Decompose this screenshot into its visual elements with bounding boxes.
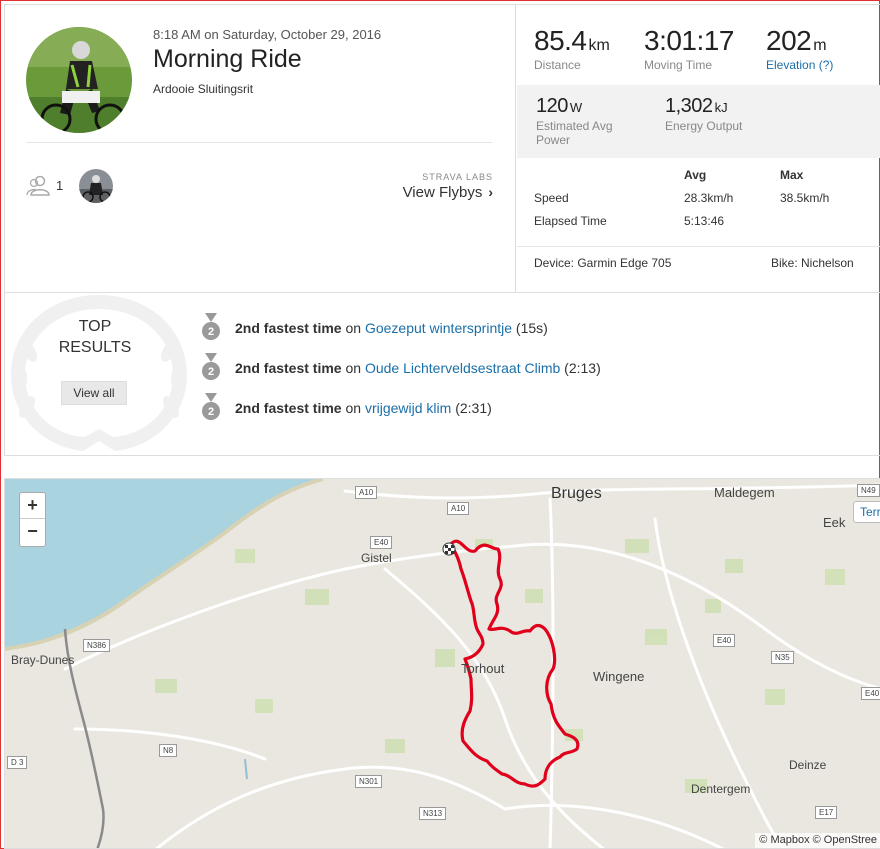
stat-energy: 1,302 kJ Energy Output [665,95,742,133]
map-label-gistel: Gistel [361,551,392,565]
road-shield: N8 [159,744,178,757]
zoom-in-button[interactable]: + [20,493,45,519]
energy-label: Energy Output [665,119,743,133]
stat-moving-time: 3:01:17 Moving Time [644,25,734,72]
table-row: Speed 28.3km/h 38.5km/h [534,191,874,214]
map-label-wingene: Wingene [593,669,645,684]
flybys-section: STRAVA LABS View Flybys › [403,172,493,201]
segment-link-oude-lichterveldsestraat[interactable]: Oude Lichterveldsestraat Climb [365,360,560,376]
result-rank: 2nd fastest time [235,320,342,336]
activity-datetime: 8:18 AM on Saturday, October 29, 2016 [153,27,382,42]
svg-text:2: 2 [208,366,214,378]
terrain-toggle-button[interactable]: Terr [853,501,880,523]
segment-link-vrijgewijd-klim[interactable]: vrijgewijd klim [365,400,451,416]
activity-header: 8:18 AM on Saturday, October 29, 2016 Mo… [5,5,515,292]
road-shield: A10 [447,502,470,515]
distance-label: Distance [534,58,581,72]
speed-label: Speed [534,191,569,205]
energy-value: 1,302 [665,95,713,117]
power-label-line2: Power [536,133,571,147]
activity-summary-card: 8:18 AM on Saturday, October 29, 2016 Mo… [4,4,880,293]
road-shield: E40 [861,687,880,700]
sea-area [5,479,323,649]
result-rank: 2nd fastest time [235,400,342,416]
moving-time-label: Moving Time [644,58,713,72]
elevation-value: 202 [766,25,812,56]
road-shield: N49 [857,484,880,497]
stats-table: Avg Max Speed 28.3km/h 38.5km/h Elapsed … [534,168,874,237]
distance-unit: km [588,37,610,54]
silver-medal-icon: 2 [202,353,220,380]
route-map[interactable]: Bruges Maldegem Eek Gistel Bray-Dunes To… [4,478,880,849]
athletes-count: 1 [56,178,64,193]
result-time: (15s) [515,320,548,336]
map-label-dentergem: Dentergem [691,782,751,796]
stat-distance: 85.4 km Distance [534,25,610,72]
group-athlete-avatar[interactable] [79,169,113,203]
device-info: Device: Garmin Edge 705 [534,256,672,270]
elapsed-time-avg: 5:13:46 [684,214,725,228]
activity-stats: 85.4 km Distance 3:01:17 Moving Time 202 m… [515,5,880,292]
map-label-eek: Eek [823,515,846,530]
zoom-out-button[interactable]: − [20,519,45,545]
result-time: (2:13) [564,360,601,376]
max-header: Max [780,168,804,182]
power-unit: W [569,100,583,115]
finish-flag-icon [442,542,456,556]
road-shield: A10 [355,486,378,499]
athletes-icon[interactable] [26,175,50,197]
silver-medal-icon: 2 [202,313,220,340]
road-shield: E40 [370,536,393,549]
moving-time-value: 3:01:17 [644,25,734,56]
road-shield: E40 [713,634,736,647]
speed-max: 38.5km/h [780,191,830,205]
activity-title: Morning Ride [153,45,302,73]
result-rank: 2nd fastest time [235,360,342,376]
energy-unit: kJ [714,100,728,115]
map-label-torhout: Torhout [461,661,505,676]
map-label-maldegem: Maldegem [714,485,775,500]
bike-info: Bike: Nichelson [771,256,854,270]
power-stats-panel: 120 W Estimated Avg Power 1,302 kJ Energy … [517,85,880,158]
stat-elevation: 202 m Elevation (?) [766,25,833,72]
segment-link-goezeput[interactable]: Goezeput wintersprintje [365,320,512,336]
map-label-bray-dunes: Bray-Dunes [11,653,75,667]
distance-value: 85.4 [534,25,587,56]
road-shield: D 3 [7,756,28,769]
map-label-bruges: Bruges [551,485,602,502]
top-results-card: TOP RESULTS View all 2 2nd fastest time … [4,292,880,456]
table-row: Elapsed Time 5:13:46 [534,214,874,237]
map-label-deinze: Deinze [789,758,827,772]
road-shield: N35 [771,651,794,664]
activity-description: Ardooie Sluitingsrit [153,82,254,96]
elevation-help-link[interactable]: Elevation (?) [766,58,833,72]
view-flybys-label: View Flybys [402,184,483,201]
road-shield: N386 [83,639,111,652]
silver-medal-icon: 2 [202,393,220,420]
road-shield: N313 [419,807,447,820]
speed-avg: 28.3km/h [684,191,734,205]
device-divider [517,246,880,247]
power-value: 120 [536,95,568,117]
road-shield: N301 [355,775,383,788]
chevron-right-icon: › [488,184,493,200]
stat-power: 120 W Estimated Avg Power [536,95,613,147]
map-attribution: © Mapbox © OpenStree [755,833,880,848]
elevation-unit: m [813,37,827,54]
road-shield: E17 [815,806,838,819]
view-all-button[interactable]: View all [61,381,127,405]
top-results-heading: TOP RESULTS [58,318,132,356]
avg-header: Avg [684,168,707,182]
stats-table-header: Avg Max [534,168,874,191]
svg-text:2: 2 [208,326,214,338]
svg-text:2: 2 [208,406,214,418]
zoom-control: + − [19,492,46,547]
athlete-avatar[interactable] [26,27,132,133]
result-time: (2:31) [455,400,492,416]
elapsed-time-label: Elapsed Time [534,214,607,228]
view-flybys-link[interactable]: View Flybys › [403,184,493,201]
power-label-line1: Estimated Avg [536,119,613,133]
strava-labs-tag: STRAVA LABS [422,172,493,182]
header-divider [26,142,492,143]
